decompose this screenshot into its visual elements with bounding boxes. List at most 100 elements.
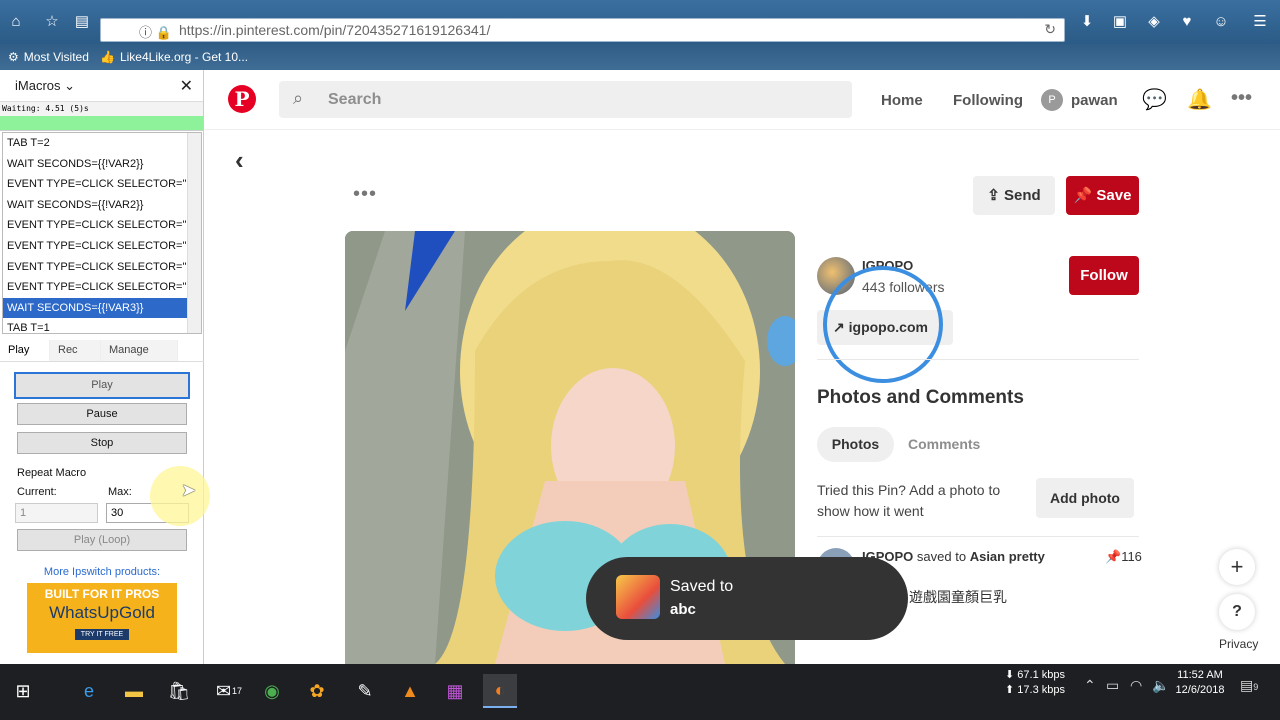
nav-following[interactable]: Following: [953, 92, 1023, 109]
whatsupgold-ad[interactable]: BUILT FOR IT PROS WhatsUpGold TRY IT FRE…: [27, 583, 177, 653]
tab-play[interactable]: Play: [0, 340, 50, 361]
windows-taskbar: ⊞ e ▬ 🛍 ✉ 17 ◉ ✿ ✎ ▲ ▦ ◐ ⬇ 67.1 kbps ⬆ 17…: [0, 664, 1280, 720]
url-bar[interactable]: ⓘ 🔒 https://in.pinterest.com/pin/7204352…: [100, 18, 1065, 42]
save-button[interactable]: 📌 Save: [1066, 176, 1139, 215]
sidebar-header: iMacros ⌄ ✕: [0, 70, 203, 102]
play-button[interactable]: Play: [14, 372, 190, 399]
pin-icon: 📌: [1105, 549, 1122, 564]
pause-button[interactable]: Pause: [17, 403, 187, 425]
activity-text: IGPOPO saved to Asian pretty: [862, 549, 1045, 564]
volume-icon[interactable]: 🔈: [1152, 677, 1169, 694]
clock-time: 11:52 AM: [1177, 669, 1223, 681]
macro-list-scrollbar[interactable]: [187, 133, 201, 333]
bookmark-like4like[interactable]: 👍 Like4Like.org - Get 10...: [100, 50, 248, 64]
follow-button[interactable]: Follow: [1069, 256, 1139, 295]
stop-button[interactable]: Stop: [17, 432, 187, 454]
send-button[interactable]: ⇪ Send: [973, 176, 1055, 215]
battery-icon[interactable]: ▭: [1106, 677, 1119, 694]
app-icon[interactable]: ✎: [348, 674, 382, 708]
macro-line[interactable]: WAIT SECONDS={{!VAR2}}: [3, 154, 188, 175]
max-label: Max:: [108, 486, 132, 498]
app-icon[interactable]: ▦: [438, 674, 472, 708]
saved-toast[interactable]: Saved to abc: [586, 557, 908, 640]
avatar[interactable]: P: [1041, 89, 1063, 111]
help-button[interactable]: ?: [1219, 594, 1255, 630]
menu-icon[interactable]: ☰: [1250, 12, 1270, 32]
search-placeholder: Search: [328, 91, 382, 108]
download-icon[interactable]: ⬇: [1077, 12, 1097, 32]
cursor-highlight: [150, 466, 210, 526]
url-text[interactable]: https://in.pinterest.com/pin/72043527161…: [179, 22, 490, 38]
activity-board[interactable]: Asian pretty: [970, 549, 1045, 564]
site-info-icon[interactable]: ⓘ 🔒: [139, 22, 172, 41]
messages-icon[interactable]: 💬: [1142, 87, 1167, 112]
edge-icon[interactable]: e: [72, 674, 106, 708]
save-label: Save: [1096, 187, 1132, 204]
library-icon[interactable]: ▤: [72, 12, 92, 32]
macro-list[interactable]: TAB T=2 WAIT SECONDS={{!VAR2}} EVENT TYP…: [2, 132, 202, 334]
plus-button[interactable]: +: [1219, 549, 1255, 585]
more-options-icon[interactable]: •••: [1231, 87, 1252, 110]
notifications-icon[interactable]: 🔔: [1187, 87, 1212, 112]
windows-start-icon[interactable]: ⊞: [6, 674, 40, 708]
chevron-up-icon[interactable]: ⌃: [1084, 677, 1096, 694]
macro-line[interactable]: WAIT SECONDS={{!VAR2}}: [3, 195, 188, 216]
nav-user[interactable]: pawan: [1071, 92, 1118, 109]
app-icon[interactable]: ✿: [300, 674, 334, 708]
macro-status: Waiting: 4.51 (5)s: [0, 102, 203, 116]
firefox-icon[interactable]: ◐: [483, 674, 517, 708]
macro-line[interactable]: TAB T=2: [3, 133, 188, 154]
sidebar-icon[interactable]: ▣: [1110, 12, 1130, 32]
wifi-icon[interactable]: ◠: [1130, 677, 1142, 694]
vlc-icon[interactable]: ▲: [393, 674, 427, 708]
macro-line[interactable]: TAB T=1: [3, 318, 188, 333]
file-explorer-icon[interactable]: ▬: [117, 674, 151, 708]
reload-icon[interactable]: ↻: [1044, 21, 1056, 38]
bookmark-star-icon[interactable]: ☆: [42, 12, 62, 32]
sidebar-title[interactable]: iMacros ⌄: [15, 78, 75, 94]
ad-line-2: WhatsUpGold: [49, 603, 155, 622]
store-icon[interactable]: 🛍: [162, 674, 196, 708]
pocket-icon[interactable]: ♥: [1177, 12, 1197, 32]
chrome-icon[interactable]: ◉: [255, 674, 289, 708]
tab-photos[interactable]: Photos: [817, 427, 894, 462]
mail-badge: 17: [232, 686, 243, 696]
tab-manage[interactable]: Manage: [101, 340, 178, 361]
toast-saved-to: Saved to: [670, 578, 734, 595]
back-arrow-icon[interactable]: ‹: [235, 145, 244, 176]
add-photo-button[interactable]: Add photo: [1036, 478, 1134, 518]
macro-line[interactable]: EVENT TYPE=CLICK SELECTOR="...: [3, 236, 188, 257]
extension-icon[interactable]: ◈: [1144, 12, 1164, 32]
macro-line-selected[interactable]: WAIT SECONDS={{!VAR3}}: [3, 297, 188, 319]
nav-home[interactable]: Home: [881, 92, 923, 109]
mouse-cursor-icon: ➤: [181, 480, 197, 500]
macro-line[interactable]: EVENT TYPE=CLICK SELECTOR="...: [3, 257, 188, 278]
privacy-link[interactable]: Privacy: [1219, 637, 1258, 651]
notification-icon[interactable]: ▤9: [1240, 677, 1258, 694]
close-icon[interactable]: ✕: [180, 76, 193, 96]
play-loop-button[interactable]: Play (Loop): [17, 529, 187, 551]
imacros-sidebar: iMacros ⌄ ✕ Waiting: 4.51 (5)s TAB T=2 W…: [0, 70, 210, 664]
macro-line[interactable]: EVENT TYPE=CLICK SELECTOR="...: [3, 174, 188, 195]
search-input[interactable]: ⌕ Search: [279, 81, 852, 118]
imacros-extension-icon[interactable]: ☺: [1211, 12, 1231, 32]
tab-comments[interactable]: Comments: [908, 436, 980, 452]
divider: [817, 536, 1139, 537]
tried-pin-text: Tried this Pin? Add a photo to show how …: [817, 482, 1001, 519]
more-products-link[interactable]: More Ipswitch products:: [0, 566, 204, 578]
macro-line[interactable]: EVENT TYPE=CLICK SELECTOR="...: [3, 215, 188, 236]
pinterest-logo[interactable]: P: [228, 85, 256, 113]
macro-line[interactable]: EVENT TYPE=CLICK SELECTOR="...: [3, 277, 188, 298]
pinterest-header: P ⌕ Search Home Following P pawan 💬 🔔 ••…: [205, 70, 1280, 130]
sidebar-tabs: Play Rec Manage: [0, 340, 204, 362]
clock[interactable]: 11:52 AM 12/6/2018: [1170, 668, 1230, 698]
save-count: 📌116: [1105, 549, 1142, 564]
bookmark-most-visited[interactable]: ⚙ Most Visited: [8, 50, 89, 64]
home-icon[interactable]: ⌂: [6, 12, 26, 32]
pin-options-icon[interactable]: •••: [353, 183, 377, 206]
mail-icon[interactable]: ✉ 17: [212, 674, 246, 708]
board-thumbnail: [616, 575, 660, 619]
tab-rec[interactable]: Rec: [50, 340, 101, 361]
net-up: 17.3 kbps: [1017, 684, 1065, 696]
toast-board-name[interactable]: abc: [670, 601, 696, 618]
